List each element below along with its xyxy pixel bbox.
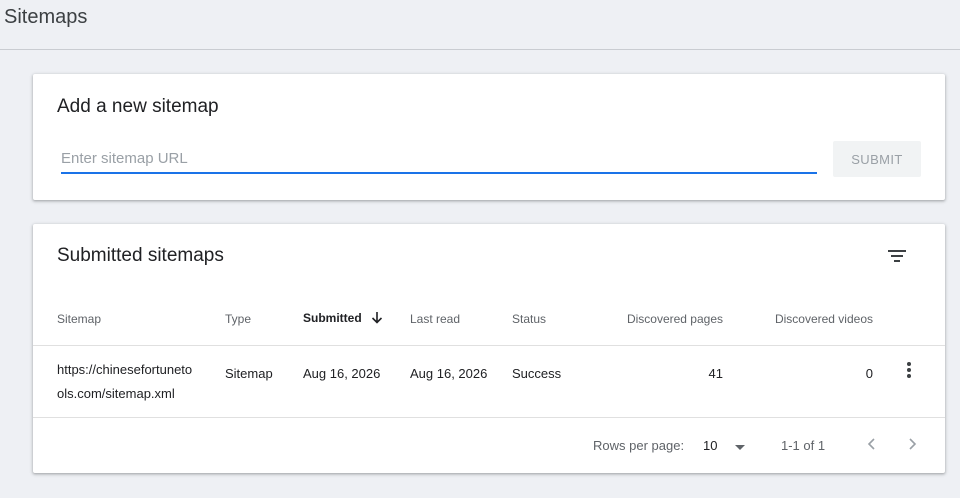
add-sitemap-title: Add a new sitemap: [57, 96, 219, 117]
rows-per-page-value: 10: [703, 438, 718, 453]
sitemap-url-line2: ols.com/sitemap.xml: [57, 385, 175, 401]
discovered-videos-cell: 0: [723, 345, 873, 418]
col-header-status[interactable]: Status: [512, 294, 602, 346]
rows-per-page-label: Rows per page:: [593, 438, 685, 453]
submit-button[interactable]: SUBMIT: [833, 141, 921, 177]
page-header: Sitemaps: [0, 0, 960, 50]
status-cell: Success: [512, 345, 602, 418]
last-read-cell: Aug 16, 2026: [410, 345, 512, 418]
type-cell: Sitemap: [225, 345, 303, 418]
col-header-discovered-videos[interactable]: Discovered videos: [723, 294, 873, 346]
discovered-pages-cell: 41: [602, 345, 723, 418]
dropdown-arrow-icon: [735, 438, 746, 453]
sitemaps-table: Sitemap Type Submitted Last read Status …: [33, 294, 945, 418]
col-header-last-read[interactable]: Last read: [410, 294, 512, 346]
submitted-sitemaps-card: Submitted sitemaps Sitemap Type Submitte…: [33, 224, 945, 473]
add-sitemap-card: Add a new sitemap SUBMIT: [33, 74, 945, 200]
submitted-sitemaps-title: Submitted sitemaps: [57, 245, 224, 266]
col-header-submitted-label: Submitted: [303, 311, 362, 326]
col-header-discovered-pages[interactable]: Discovered pages: [602, 294, 723, 346]
pagination-range: 1-1 of 1: [781, 438, 826, 453]
chevron-right-icon[interactable]: [901, 432, 925, 456]
sitemap-url-line1: https://chinesefortuneto: [57, 361, 193, 377]
col-header-submitted[interactable]: Submitted: [303, 294, 410, 346]
submitted-cell: Aug 16, 2026: [303, 345, 410, 418]
sitemap-url-input[interactable]: [61, 144, 817, 174]
table-header-row: Sitemap Type Submitted Last read Status …: [33, 294, 945, 346]
row-actions-cell: [873, 345, 945, 418]
arrow-down-icon: [371, 311, 383, 327]
page-title: Sitemaps: [4, 6, 88, 28]
more-vert-icon[interactable]: [897, 358, 921, 382]
filter-icon[interactable]: [885, 244, 909, 268]
col-header-actions: [873, 294, 945, 346]
rows-per-page-select[interactable]: 10: [703, 438, 746, 453]
chevron-left-icon[interactable]: [859, 432, 883, 456]
table-footer: Rows per page: 10 1-1 of 1: [33, 418, 945, 473]
table-row[interactable]: https://chinesefortuneto ols.com/sitemap…: [33, 345, 945, 418]
col-header-type[interactable]: Type: [225, 294, 303, 346]
sitemap-url-cell: https://chinesefortuneto ols.com/sitemap…: [33, 345, 225, 418]
col-header-sitemap[interactable]: Sitemap: [33, 294, 225, 346]
